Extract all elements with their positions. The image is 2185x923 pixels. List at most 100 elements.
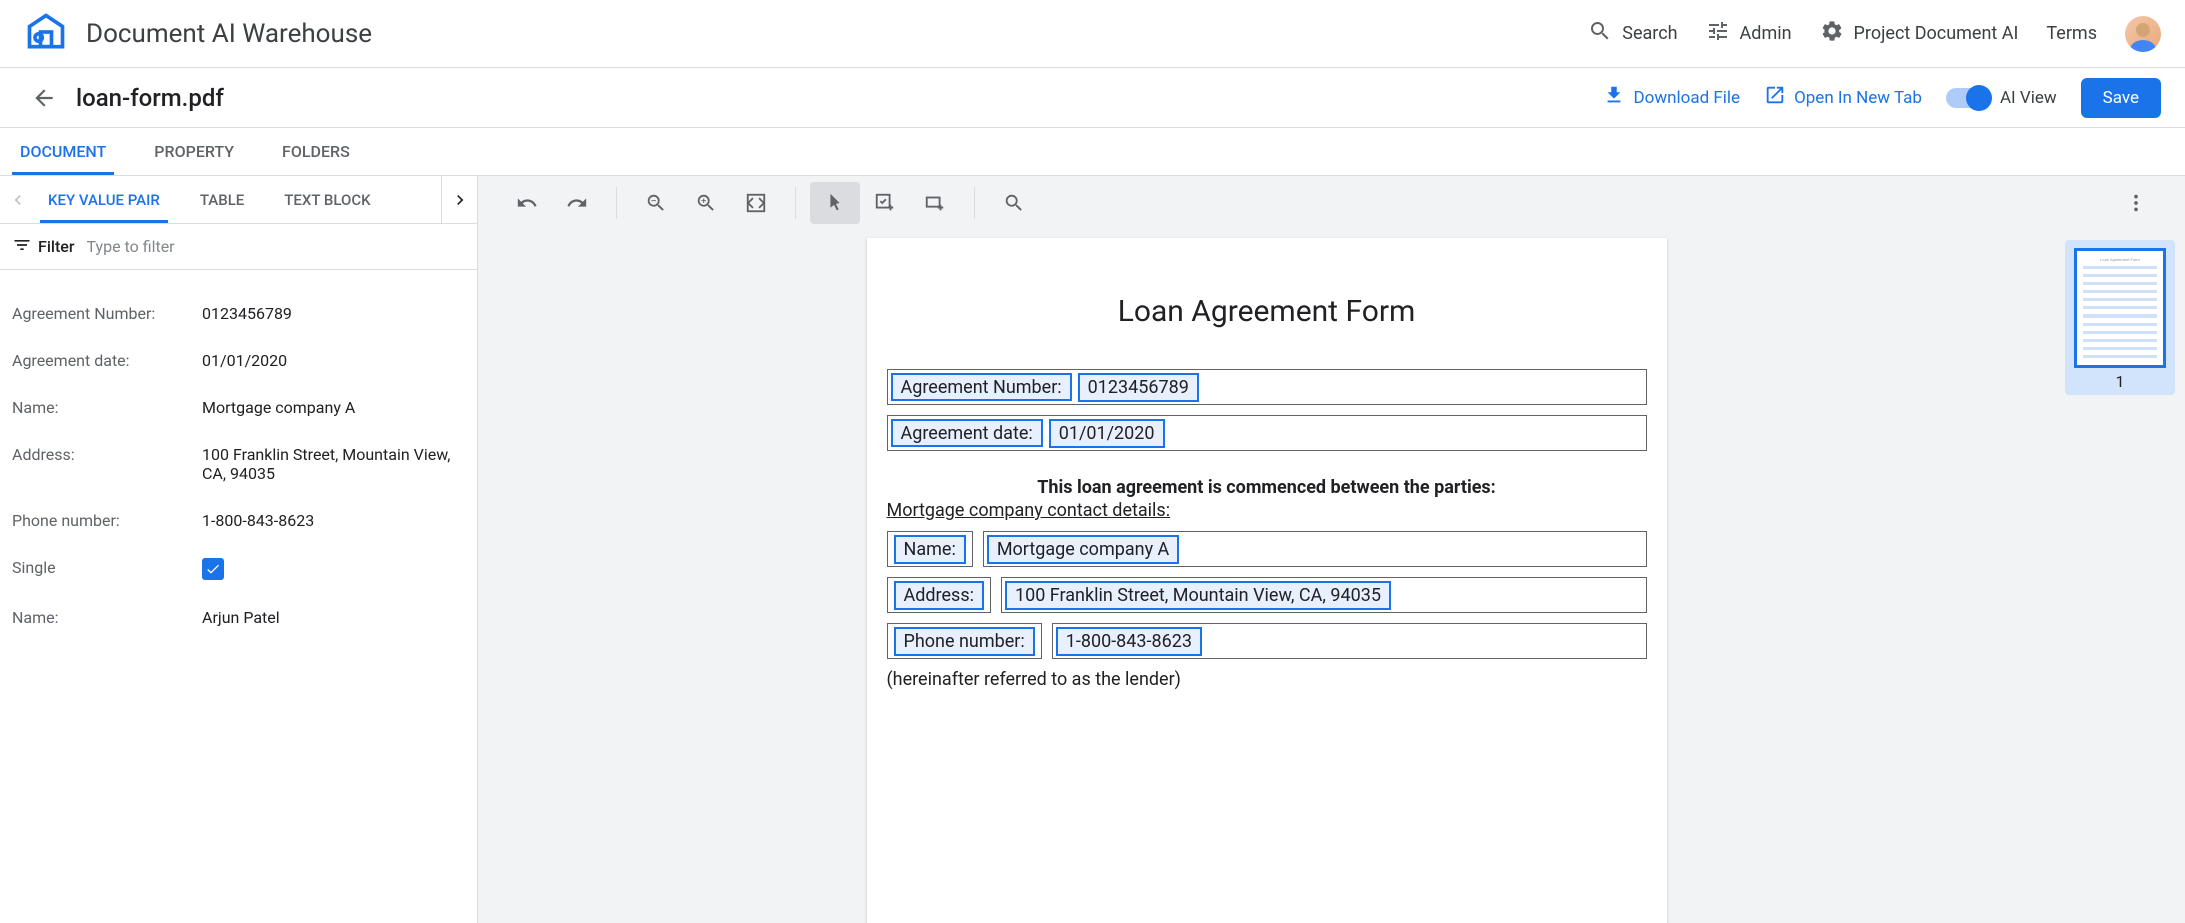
admin-nav[interactable]: Admin [1706, 19, 1792, 48]
kv-key: Phone number: [12, 511, 202, 530]
main-tabs: DOCUMENT PROPERTY FOLDERS [0, 128, 2185, 176]
terms-label: Terms [2046, 23, 2097, 44]
page-thumbnail: Loan Agreement Form [2074, 248, 2166, 368]
form-row: Phone number: 1-800-843-8623 [887, 623, 1647, 659]
zoom-out-button[interactable] [631, 182, 681, 224]
sub-tabs: KEY VALUE PAIR TABLE TEXT BLOCK [36, 176, 441, 223]
left-panel: KEY VALUE PAIR TABLE TEXT BLOCK Filter A… [0, 176, 478, 923]
checked-icon [202, 558, 224, 580]
app-logo-icon [24, 10, 68, 58]
box-tool-button[interactable] [910, 182, 960, 224]
download-button[interactable]: Download File [1603, 84, 1740, 111]
kv-row[interactable]: Single [12, 544, 465, 594]
filter-label: Filter [38, 237, 75, 256]
project-nav[interactable]: Project Document AI [1820, 19, 2019, 48]
more-button[interactable] [2111, 182, 2161, 224]
kv-key: Agreement date: [12, 351, 202, 370]
kv-list: Agreement Number: 0123456789 Agreement d… [0, 270, 477, 661]
kv-row[interactable]: Name: Arjun Patel [12, 594, 465, 641]
open-in-new-icon [1764, 84, 1786, 111]
sub-tabs-wrap: KEY VALUE PAIR TABLE TEXT BLOCK [0, 176, 477, 224]
gear-icon [1820, 19, 1844, 48]
kv-row[interactable]: Phone number: 1-800-843-8623 [12, 497, 465, 544]
ai-view-toggle-wrap: AI View [1946, 88, 2057, 108]
filter-label-wrap: Filter [12, 235, 75, 259]
kv-row[interactable]: Agreement date: 01/01/2020 [12, 337, 465, 384]
filter-row: Filter [0, 224, 477, 270]
form-row: Agreement date: 01/01/2020 [887, 415, 1647, 451]
sub-tabs-next[interactable] [441, 176, 477, 223]
form-val: 0123456789 [1078, 373, 1199, 402]
form-row: Address: 100 Franklin Street, Mountain V… [887, 577, 1647, 613]
select-tool-button[interactable] [810, 182, 860, 224]
doc-heading: Loan Agreement Form [887, 294, 1647, 329]
tab-text-block[interactable]: TEXT BLOCK [284, 176, 370, 223]
code-view-button[interactable] [731, 182, 781, 224]
top-header: Document AI Warehouse Search Admin Proje… [0, 0, 2185, 68]
thumbnail-strip: Loan Agreement Form 1 [2055, 230, 2185, 923]
search-icon [1588, 19, 1612, 48]
kv-val: 01/01/2020 [202, 351, 465, 370]
tab-key-value-pair[interactable]: KEY VALUE PAIR [48, 176, 160, 223]
kv-val: Mortgage company A [202, 398, 465, 417]
form-val: Mortgage company A [987, 535, 1179, 564]
save-button[interactable]: Save [2081, 78, 2161, 118]
viewer: Loan Agreement Form Agreement Number: 01… [478, 176, 2185, 923]
ai-view-label: AI View [2000, 88, 2057, 108]
kv-row[interactable]: Agreement Number: 0123456789 [12, 290, 465, 337]
thumb-page-number: 1 [2073, 372, 2167, 391]
user-avatar[interactable] [2125, 16, 2161, 52]
sub-tabs-prev[interactable] [0, 190, 36, 210]
checkbox-tool-button[interactable] [860, 182, 910, 224]
search-tool-button[interactable] [989, 182, 1039, 224]
undo-button[interactable] [502, 182, 552, 224]
admin-label: Admin [1740, 23, 1792, 44]
tune-icon [1706, 19, 1730, 48]
doc-subtext: This loan agreement is commenced between… [887, 477, 1647, 498]
ai-view-toggle[interactable] [1946, 88, 1990, 108]
download-label: Download File [1633, 88, 1740, 108]
open-new-tab-button[interactable]: Open In New Tab [1764, 84, 1922, 111]
zoom-in-button[interactable] [681, 182, 731, 224]
form-key: Name: [894, 535, 966, 564]
doc-subtext2: Mortgage company contact details: [887, 500, 1647, 521]
tab-property[interactable]: PROPERTY [154, 128, 234, 175]
open-new-tab-label: Open In New Tab [1794, 88, 1922, 108]
kv-key: Agreement Number: [12, 304, 202, 323]
redo-button[interactable] [552, 182, 602, 224]
kv-val: 0123456789 [202, 304, 465, 323]
doc-title: loan-form.pdf [76, 84, 224, 112]
kv-val: 1-800-843-8623 [202, 511, 465, 530]
search-label: Search [1622, 23, 1677, 44]
form-row: Agreement Number: 0123456789 [887, 369, 1647, 405]
kv-row[interactable]: Name: Mortgage company A [12, 384, 465, 431]
search-nav[interactable]: Search [1588, 19, 1677, 48]
doc-canvas[interactable]: Loan Agreement Form Agreement Number: 01… [478, 230, 2055, 923]
tab-table[interactable]: TABLE [200, 176, 244, 223]
kv-key: Address: [12, 445, 202, 483]
doc-after-text: (hereinafter referred to as the lender) [887, 669, 1647, 690]
form-key: Phone number: [894, 627, 1035, 656]
kv-key: Name: [12, 608, 202, 627]
thumb-wrap[interactable]: Loan Agreement Form 1 [2065, 240, 2175, 395]
filter-icon [12, 235, 32, 259]
kv-key: Name: [12, 398, 202, 417]
tab-folders[interactable]: FOLDERS [282, 128, 350, 175]
kv-row[interactable]: Address: 100 Franklin Street, Mountain V… [12, 431, 465, 497]
form-val: 01/01/2020 [1049, 419, 1165, 448]
form-row: Name: Mortgage company A [887, 531, 1647, 567]
terms-nav[interactable]: Terms [2046, 23, 2097, 44]
form-key: Agreement date: [891, 419, 1043, 447]
doc-actions: Download File Open In New Tab AI View Sa… [1603, 78, 2161, 118]
top-actions: Search Admin Project Document AI Terms [1588, 16, 2161, 52]
logo-wrap: Document AI Warehouse [24, 10, 372, 58]
tab-document[interactable]: DOCUMENT [20, 128, 106, 175]
doc-page: Loan Agreement Form Agreement Number: 01… [867, 238, 1667, 923]
back-button[interactable] [24, 78, 64, 118]
download-icon [1603, 84, 1625, 111]
kv-val: 100 Franklin Street, Mountain View, CA, … [202, 445, 465, 483]
kv-key: Single [12, 558, 202, 580]
form-val: 100 Franklin Street, Mountain View, CA, … [1005, 581, 1391, 610]
filter-input[interactable] [87, 237, 465, 256]
form-key: Agreement Number: [891, 373, 1072, 401]
